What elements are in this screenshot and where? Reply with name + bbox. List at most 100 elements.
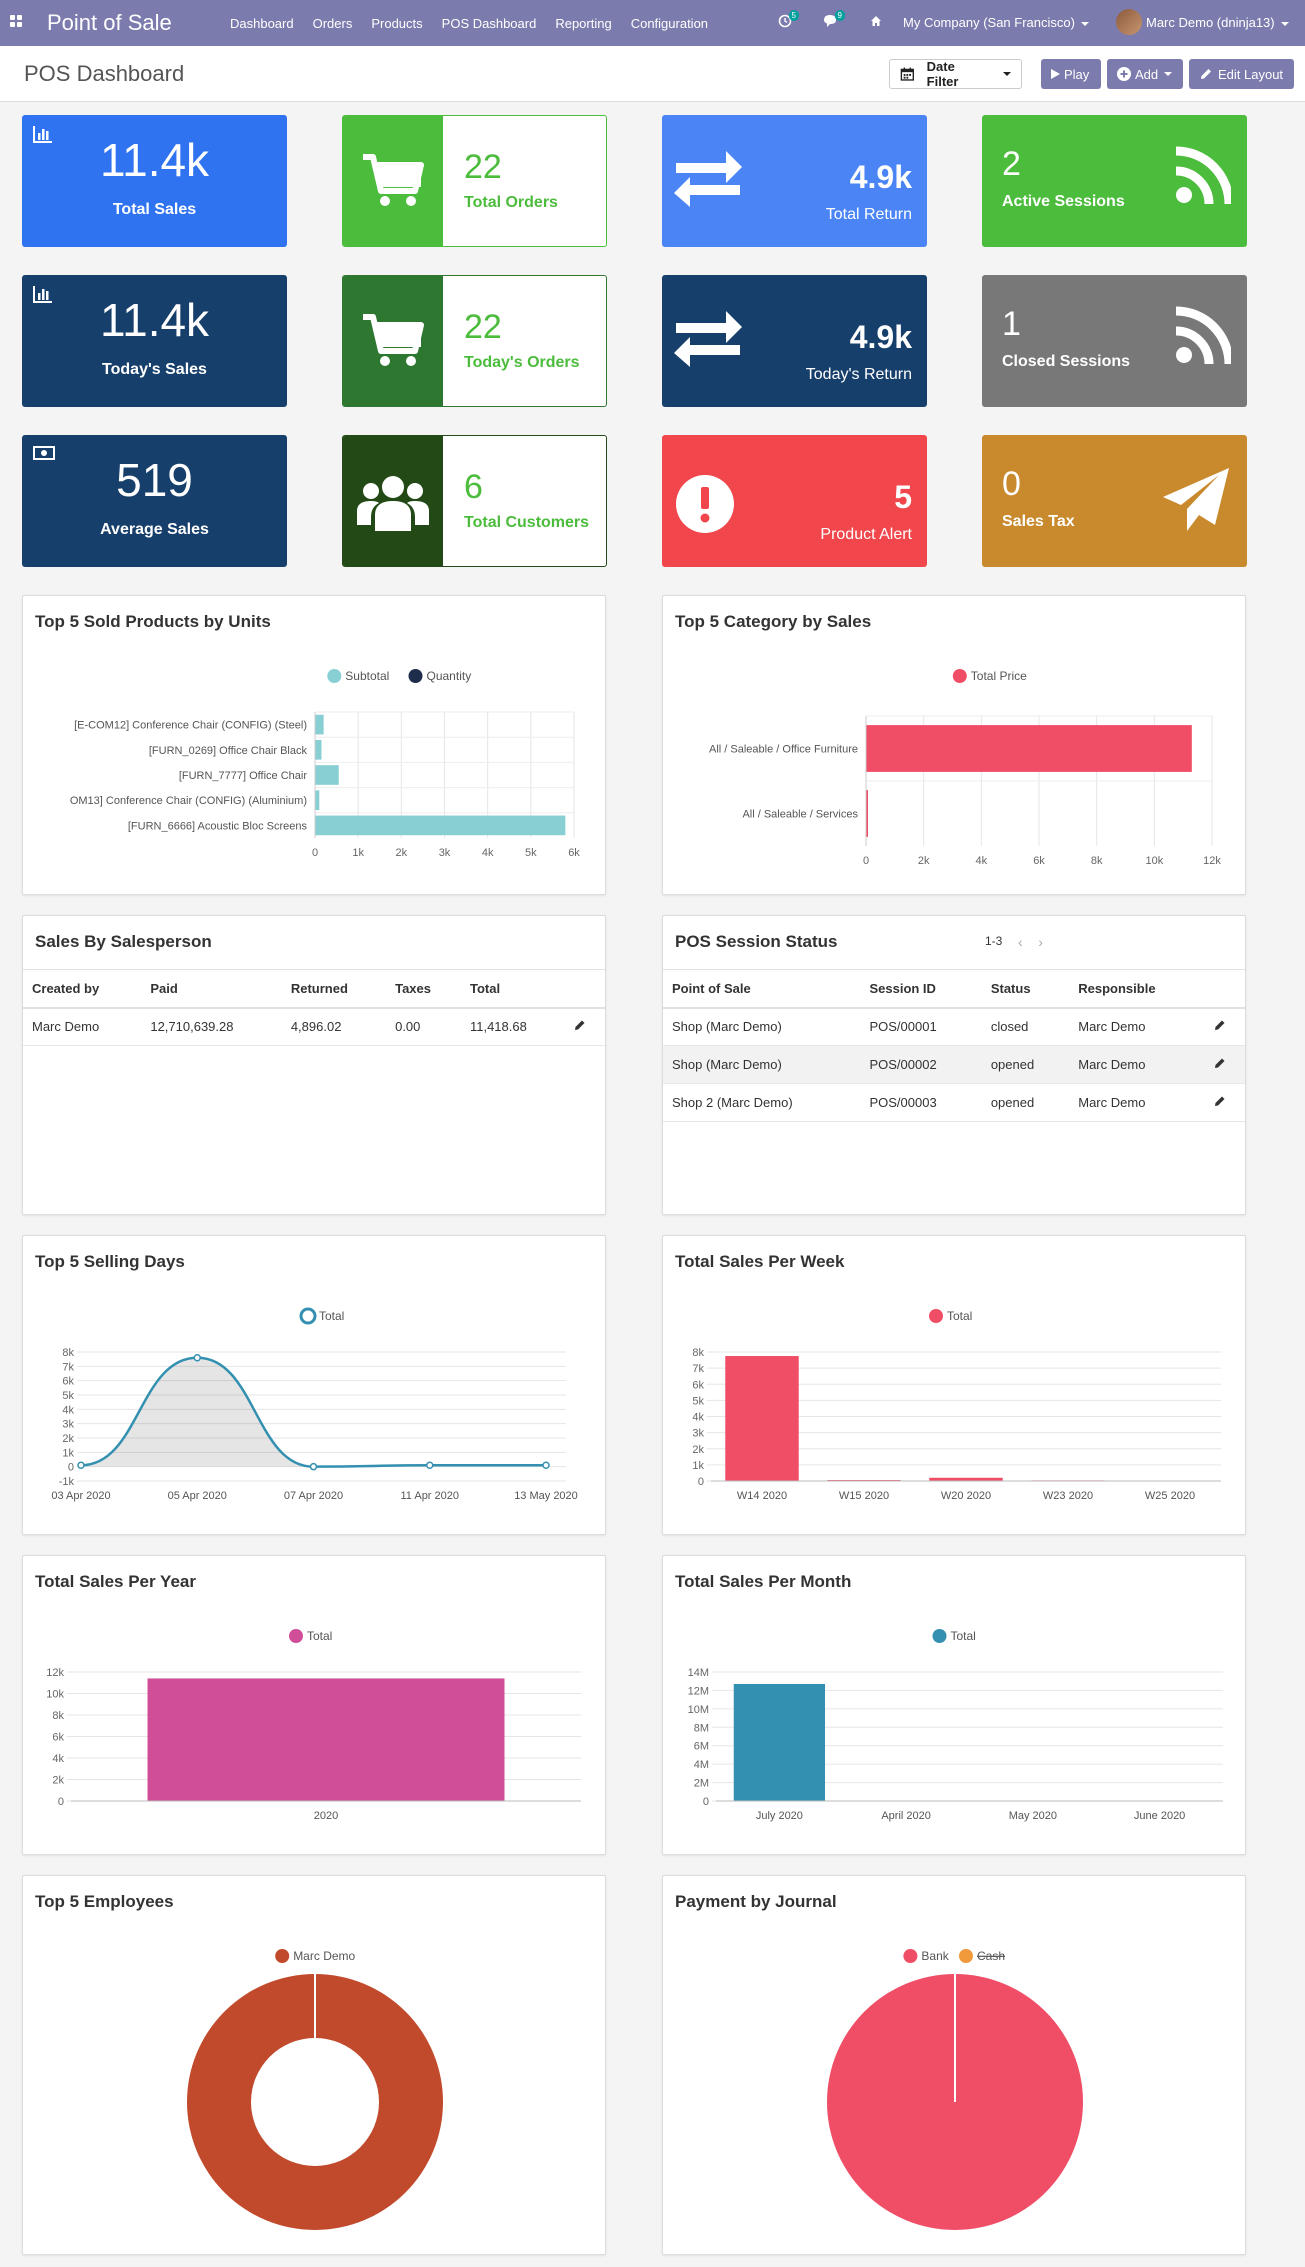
column-header[interactable]: Point of Sale bbox=[663, 969, 861, 1009]
messages-icon[interactable]: 9 bbox=[823, 10, 845, 33]
column-header[interactable]: Total bbox=[460, 969, 565, 1009]
legend-label: Cash bbox=[977, 1949, 1005, 1963]
x-tick-label: 12k bbox=[1203, 855, 1221, 867]
pager-value: 1-3 bbox=[985, 934, 1003, 948]
x-tick-label: W15 2020 bbox=[839, 1490, 889, 1502]
tile-active-sessions[interactable]: 2 Active Sessions bbox=[982, 115, 1247, 247]
top-category-chart: Total Price 0 2k 4k 6k 8k 10k 12k All / Saleable… bbox=[709, 669, 1221, 867]
chevron-left-icon[interactable]: ‹ bbox=[1018, 934, 1023, 950]
cell-session-id: POS/00003 bbox=[860, 1083, 982, 1122]
x-tick-label: 2k bbox=[396, 847, 408, 859]
company-switcher[interactable]: My Company (San Francisco) bbox=[903, 15, 1089, 30]
product-alert-label: Product Alert bbox=[820, 526, 912, 543]
legend-swatch bbox=[932, 1629, 947, 1643]
avatar[interactable] bbox=[1116, 9, 1142, 35]
home-icon[interactable] bbox=[870, 14, 882, 32]
menu-reporting[interactable]: Reporting bbox=[555, 16, 611, 31]
tile-total-orders[interactable]: 22 Total Orders bbox=[342, 115, 607, 247]
todays-return-value: 4.9k bbox=[849, 319, 912, 355]
rss-icon bbox=[1175, 146, 1231, 205]
column-header[interactable]: Responsible bbox=[1069, 969, 1205, 1009]
tile-average-sales[interactable]: 519 Average Sales bbox=[22, 435, 287, 567]
todays-orders-value: 22 bbox=[464, 308, 502, 346]
column-header[interactable]: Returned bbox=[281, 969, 387, 1009]
selling-days-chart: Total -1k 0 1k 2k 3k 4k 5k 6k 7k 8k 03 Apr 2020 05 A… bbox=[51, 1307, 578, 1502]
card-top-products: Top 5 Sold Products by Units Subtotal Qua… bbox=[22, 595, 606, 895]
legend-label: Bank bbox=[921, 1949, 949, 1963]
add-button[interactable]: Add bbox=[1107, 59, 1183, 89]
cell-status: closed bbox=[981, 1007, 1070, 1046]
y-tick-label: 4k bbox=[52, 1753, 64, 1765]
x-tick-label: 8k bbox=[1091, 855, 1103, 867]
y-tick-label: 7k bbox=[692, 1363, 704, 1375]
tile-todays-orders[interactable]: 22 Today's Orders bbox=[342, 275, 607, 407]
sales-tax-value: 0 bbox=[1002, 465, 1021, 503]
tile-closed-sessions[interactable]: 1 Closed Sessions bbox=[982, 275, 1247, 407]
menu-dashboard[interactable]: Dashboard bbox=[230, 16, 294, 31]
pencil-icon[interactable] bbox=[1214, 1057, 1226, 1069]
tile-total-return[interactable]: 4.9k Total Return bbox=[662, 115, 927, 247]
column-header[interactable]: Status bbox=[981, 969, 1070, 1009]
x-tick-label: 11 Apr 2020 bbox=[400, 1490, 459, 1502]
edit-layout-button[interactable]: Edit Layout bbox=[1189, 59, 1294, 89]
pencil-icon[interactable] bbox=[574, 1019, 586, 1031]
legend-swatch bbox=[903, 1949, 918, 1963]
shopping-cart-icon bbox=[363, 154, 424, 206]
y-tick-label: 8k bbox=[692, 1347, 704, 1359]
data-point bbox=[542, 1461, 550, 1469]
pencil-icon[interactable] bbox=[1214, 1095, 1226, 1107]
table-row[interactable]: Shop 2 (Marc Demo) POS/00003 opened Marc… bbox=[663, 1083, 1245, 1122]
table-row[interactable]: Shop (Marc Demo) POS/00002 opened Marc D… bbox=[663, 1045, 1245, 1084]
play-button[interactable]: Play bbox=[1041, 59, 1101, 89]
tile-total-customers[interactable]: 6 Total Customers bbox=[342, 435, 607, 567]
card-session-status: POS Session Status 1-3 ‹ › Point of Sale… bbox=[662, 915, 1246, 1215]
bar bbox=[725, 1356, 799, 1481]
tile-total-sales[interactable]: 11.4k Total Sales bbox=[22, 115, 287, 247]
y-tick-label: 0 bbox=[698, 1476, 704, 1488]
tile-todays-sales[interactable]: 11.4k Today's Sales bbox=[22, 275, 287, 407]
x-tick-label: 4k bbox=[976, 855, 988, 867]
pager-arrows: ‹ › bbox=[1018, 934, 1043, 950]
menu-pos-dashboard[interactable]: POS Dashboard bbox=[442, 16, 537, 31]
x-tick-label: W20 2020 bbox=[941, 1490, 991, 1502]
y-tick-label: 7k bbox=[62, 1361, 74, 1373]
calendar-icon bbox=[900, 67, 914, 81]
cell-point-of-sale: Shop (Marc Demo) bbox=[663, 1045, 861, 1084]
tile-sales-tax[interactable]: 0 Sales Tax bbox=[982, 435, 1247, 567]
page-title: POS Dashboard bbox=[24, 61, 185, 86]
cell-status: opened bbox=[981, 1083, 1070, 1122]
menu-orders[interactable]: Orders bbox=[313, 16, 353, 31]
column-header[interactable]: Created by bbox=[23, 969, 142, 1009]
y-tick-label: 6k bbox=[52, 1732, 64, 1744]
y-tick-label: 12k bbox=[46, 1667, 64, 1679]
tile-product-alert[interactable]: 5 Product Alert bbox=[662, 435, 927, 567]
pencil-icon[interactable] bbox=[1214, 1019, 1226, 1031]
column-header[interactable]: Taxes bbox=[386, 969, 461, 1009]
legend-swatch bbox=[327, 669, 342, 683]
y-tick-label: 3k bbox=[692, 1428, 704, 1440]
card-sales-week: Total Sales Per Week Total 0 1k 2k 3k 4k 5k 6k 7… bbox=[662, 1235, 1246, 1535]
activity-clock-icon[interactable]: 5 bbox=[778, 10, 799, 33]
menu-configuration[interactable]: Configuration bbox=[631, 16, 708, 31]
card-sales-month: Total Sales Per Month Total 0 2M 4M 6M 8M 10M 1… bbox=[662, 1555, 1246, 1855]
cell-responsible: Marc Demo bbox=[1069, 1045, 1205, 1084]
total-sales-value: 11.4k bbox=[99, 134, 210, 186]
bar bbox=[315, 790, 320, 811]
users-icon bbox=[357, 476, 429, 531]
column-header[interactable]: Session ID bbox=[860, 969, 982, 1009]
menu-products[interactable]: Products bbox=[371, 16, 422, 31]
data-point bbox=[193, 1353, 201, 1362]
y-tick-label: 1k bbox=[62, 1447, 74, 1459]
apps-menu-icon[interactable] bbox=[10, 15, 22, 27]
x-tick-label: June 2020 bbox=[1134, 1810, 1185, 1822]
tile-todays-return[interactable]: 4.9k Today's Return bbox=[662, 275, 927, 407]
column-header[interactable]: Paid bbox=[141, 969, 282, 1009]
y-tick-label: [FURN_7777] Office Chair bbox=[179, 770, 308, 782]
user-menu[interactable]: Marc Demo (dninja13) bbox=[1146, 15, 1289, 30]
table-row[interactable]: Shop (Marc Demo) POS/00001 closed Marc D… bbox=[663, 1007, 1245, 1046]
x-tick-label: 5k bbox=[525, 847, 537, 859]
cell-total: 11,418.68 bbox=[460, 1007, 565, 1046]
date-filter-button[interactable]: Date Filter bbox=[889, 59, 1022, 89]
chevron-right-icon[interactable]: › bbox=[1038, 934, 1043, 950]
table-row[interactable]: Marc Demo 12,710,639.28 4,896.02 0.00 11… bbox=[23, 1007, 605, 1046]
